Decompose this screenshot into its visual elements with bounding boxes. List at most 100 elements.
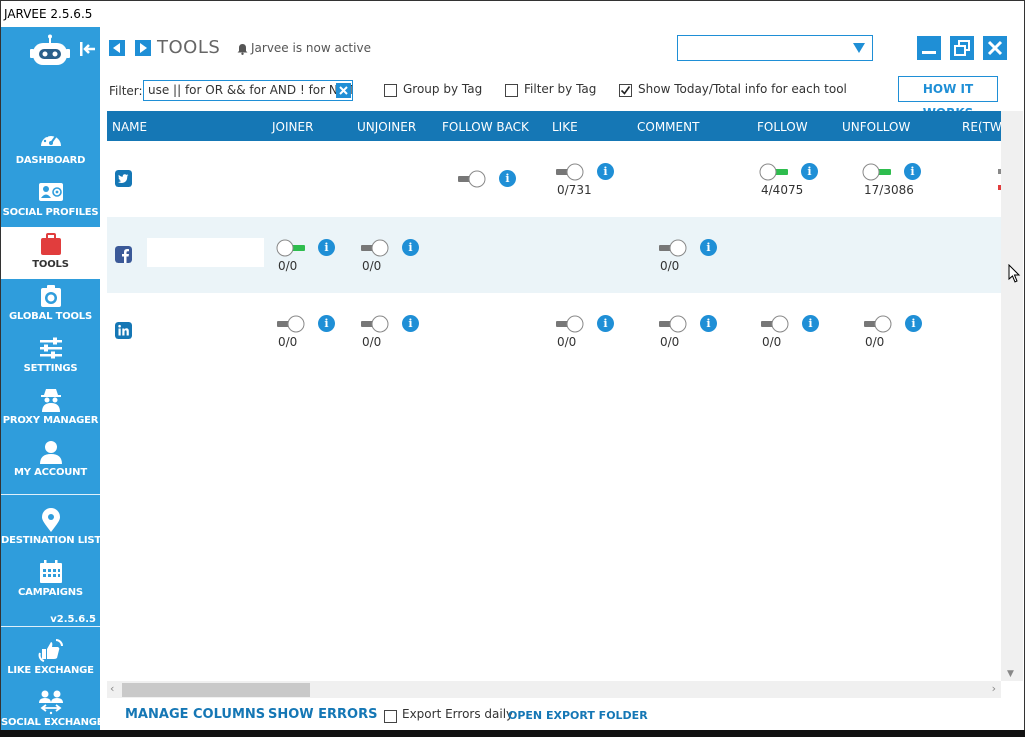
cell-like: i 0/0	[555, 315, 625, 355]
toggle-off[interactable]	[863, 315, 893, 333]
toggle-off[interactable]	[457, 170, 487, 188]
scroll-left-icon[interactable]: ‹	[110, 682, 114, 695]
account-dropdown[interactable]	[677, 35, 873, 61]
info-icon[interactable]: i	[318, 239, 335, 256]
version-label: v2.5.6.5	[50, 614, 96, 625]
export-errors-daily-label: Export Errors daily	[402, 707, 514, 721]
column-header-retweet[interactable]: RE(TW	[962, 120, 1001, 134]
group-by-tag-checkbox[interactable]	[384, 84, 397, 97]
toggle-off[interactable]	[760, 315, 790, 333]
minimize-icon	[922, 51, 936, 54]
toggle-off[interactable]	[658, 239, 688, 257]
tool-count: 4/4075	[761, 183, 804, 197]
sidebar-item-settings[interactable]: SETTINGS	[1, 331, 100, 383]
scroll-right-icon[interactable]: ›	[992, 682, 996, 695]
show-today-total-label: Show Today/Total info for each tool	[638, 82, 847, 96]
sidebar-item-destination-lists[interactable]: DESTINATION LISTS	[1, 503, 108, 555]
scroll-down-icon[interactable]: ▼	[1007, 669, 1014, 679]
column-header-unjoiner[interactable]: UNJOINER	[357, 120, 416, 134]
column-header-joiner[interactable]: JOINER	[272, 120, 313, 134]
header: TOOLS Jarvee is now active	[100, 27, 1024, 75]
toggle-off[interactable]	[360, 315, 390, 333]
filter-input[interactable]: use || for OR && for AND ! for NOT	[143, 80, 353, 101]
sidebar-item-my-account[interactable]: MY ACCOUNT	[1, 435, 100, 487]
minimize-button[interactable]	[917, 36, 941, 60]
export-errors-daily-checkbox[interactable]	[384, 710, 397, 723]
scrollbar-thumb[interactable]	[122, 683, 310, 697]
facebook-icon	[115, 246, 132, 263]
sidebar-item-global-tools[interactable]: GLOBAL TOOLS	[1, 279, 100, 331]
info-icon[interactable]: i	[318, 315, 335, 332]
close-button[interactable]	[983, 36, 1007, 60]
user-icon	[39, 441, 62, 464]
toggle-off[interactable]	[555, 315, 585, 333]
sidebar-item-tools[interactable]: TOOLS	[1, 227, 100, 279]
toggle-off[interactable]	[360, 239, 390, 257]
table-row-facebook[interactable]: i 0/0 i 0/0 i 0/0	[107, 217, 1001, 293]
info-icon[interactable]: i	[402, 315, 419, 332]
toggle-off[interactable]	[276, 315, 306, 333]
clear-filter-button[interactable]	[336, 83, 351, 98]
sidebar-item-social-profiles[interactable]: SOCIAL PROFILES	[1, 175, 100, 227]
toggle-on[interactable]	[759, 163, 789, 181]
info-icon[interactable]: i	[905, 315, 922, 332]
tool-count: 0/0	[278, 335, 298, 349]
cell-unfollow: i 17/3086	[862, 163, 932, 203]
status-message: Jarvee is now active	[237, 41, 371, 55]
sidebar-divider	[1, 626, 100, 627]
info-icon[interactable]: i	[402, 239, 419, 256]
column-header-like[interactable]: LIKE	[552, 120, 578, 134]
info-icon[interactable]: i	[904, 163, 921, 180]
info-icon[interactable]: i	[597, 315, 614, 332]
column-header-follow[interactable]: FOLLOW	[757, 120, 808, 134]
column-header-follow-back[interactable]: FOLLOW BACK	[442, 120, 529, 134]
horizontal-scrollbar[interactable]: ‹ ›	[107, 681, 1001, 698]
sidebar-item-like-exchange[interactable]: LIKE EXCHANGE	[1, 633, 100, 685]
info-icon[interactable]: i	[499, 170, 516, 187]
manage-columns-link[interactable]: MANAGE COLUMNS	[125, 707, 265, 722]
cell-follow-back: i	[457, 170, 527, 210]
info-icon[interactable]: i	[802, 315, 819, 332]
page-title: TOOLS	[157, 37, 221, 58]
how-it-works-button[interactable]: HOW IT WORKS	[898, 76, 998, 120]
restore-button[interactable]	[950, 36, 974, 60]
tool-count: 0/0	[660, 335, 680, 349]
toggle-off[interactable]	[658, 315, 688, 333]
filter-by-tag-checkbox[interactable]	[505, 84, 518, 97]
tool-count: 0/0	[278, 259, 298, 273]
cell-like: i 0/731	[555, 163, 625, 203]
status-text: Jarvee is now active	[251, 41, 371, 55]
toggle-on[interactable]	[862, 163, 892, 181]
info-icon[interactable]: i	[597, 163, 614, 180]
open-export-folder-link[interactable]: OPEN EXPORT FOLDER	[508, 709, 648, 722]
global-tools-icon	[40, 285, 61, 307]
sidebar-item-campaigns[interactable]: CAMPAIGNS	[1, 555, 100, 607]
table-row-linkedin[interactable]: i 0/0 i 0/0 i 0/0 i 0/0 i 0/0 i 0/0	[107, 293, 1001, 369]
toggle-off[interactable]	[555, 163, 585, 181]
tool-count: 0/0	[865, 335, 885, 349]
sidebar-item-proxy-manager[interactable]: PROXY MANAGER	[1, 383, 100, 435]
info-icon[interactable]: i	[801, 163, 818, 180]
taskbar-strip	[0, 730, 1025, 737]
spy-icon	[40, 389, 61, 412]
collapse-sidebar-icon[interactable]	[78, 39, 98, 59]
column-header-unfollow[interactable]: UNFOLLOW	[842, 120, 910, 134]
column-header-name[interactable]: NAME	[112, 120, 147, 134]
toggle-on[interactable]	[276, 239, 306, 257]
info-icon[interactable]: i	[700, 239, 717, 256]
toolbox-icon	[40, 233, 61, 255]
like-exchange-icon	[38, 639, 63, 662]
show-errors-link[interactable]: SHOW ERRORS	[268, 707, 377, 722]
vertical-scrollbar[interactable]: ▼	[1001, 111, 1023, 681]
robot-logo-icon	[30, 34, 70, 65]
back-button[interactable]	[109, 40, 125, 56]
sidebar-item-dashboard[interactable]: DASHBOARD	[1, 123, 100, 175]
info-icon[interactable]: i	[700, 315, 717, 332]
checkmark-icon	[620, 86, 631, 95]
forward-button[interactable]	[135, 40, 151, 56]
table-row-twitter[interactable]: i i 0/731 i 4/4075 i 17/3086	[107, 141, 1001, 217]
column-header-comment[interactable]: COMMENT	[637, 120, 699, 134]
show-today-total-checkbox[interactable]	[619, 84, 632, 97]
table-header: NAME JOINER UNJOINER FOLLOW BACK LIKE CO…	[107, 111, 1001, 141]
cell-joiner: i 0/0	[276, 239, 346, 279]
